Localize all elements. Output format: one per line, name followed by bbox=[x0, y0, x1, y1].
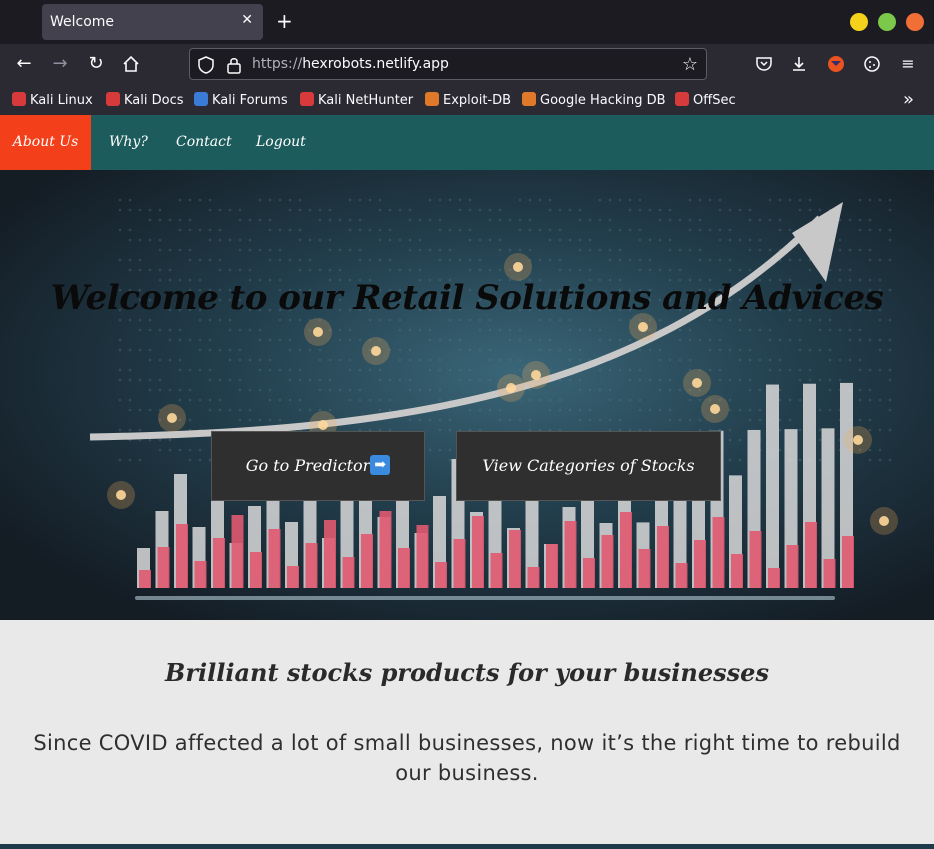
maximize-window-button[interactable] bbox=[878, 13, 896, 31]
pocket-icon[interactable] bbox=[752, 52, 776, 76]
shield-icon[interactable] bbox=[196, 55, 216, 75]
bookmark-star-icon[interactable]: ☆ bbox=[682, 54, 698, 75]
bookmark-label: Kali Forums bbox=[212, 93, 288, 108]
bookmark-label: Kali NetHunter bbox=[318, 93, 414, 108]
tab-title: Welcome bbox=[50, 14, 115, 30]
nav-why[interactable]: Why? bbox=[109, 115, 148, 170]
home-icon[interactable] bbox=[119, 52, 143, 76]
download-icon[interactable] bbox=[787, 52, 811, 76]
offsec-icon bbox=[675, 92, 689, 106]
hero-banner: Welcome to our Retail Solutions and Advi… bbox=[0, 170, 934, 620]
bookmark-exploit-db[interactable]: Exploit-DB bbox=[425, 92, 511, 108]
bookmark-label: Exploit-DB bbox=[443, 93, 512, 108]
info-title: Brilliant stocks products for your busin… bbox=[165, 658, 769, 687]
bookmark-kali-docs[interactable]: Kali Docs bbox=[106, 92, 184, 108]
stock-chart-background-image bbox=[89, 198, 898, 600]
view-categories-button[interactable]: View Categories of Stocks bbox=[456, 431, 721, 501]
bookmark-offsec[interactable]: OffSec bbox=[675, 92, 736, 108]
back-arrow-icon[interactable]: ← bbox=[12, 52, 36, 76]
reload-icon[interactable]: ↻ bbox=[84, 52, 108, 76]
nav-contact[interactable]: Contact bbox=[176, 115, 232, 170]
site-navigation: About Us Why? Contact Logout bbox=[0, 115, 934, 170]
url-text: https://hexrobots.netlify.app bbox=[252, 56, 449, 72]
bookmark-google-hacking-db[interactable]: Google Hacking DB bbox=[522, 92, 666, 108]
browser-tab-bar: Welcome ✕ + bbox=[0, 0, 934, 44]
right-arrow-icon: ➡ bbox=[370, 455, 391, 475]
predictor-button-label: Go to Predictor bbox=[245, 456, 371, 475]
next-section-edge bbox=[0, 844, 934, 849]
go-to-predictor-button[interactable]: Go to Predictor ➡ bbox=[211, 431, 425, 501]
bookmark-label: Google Hacking DB bbox=[540, 93, 666, 108]
google-hacking-db-icon bbox=[522, 92, 536, 106]
more-bookmarks-chevron-icon[interactable]: » bbox=[903, 89, 914, 110]
hamburger-menu-icon[interactable]: ≡ bbox=[896, 52, 920, 76]
bookmark-label: Kali Linux bbox=[30, 93, 93, 108]
bookmarks-bar: Kali Linux Kali Docs Kali Forums Kali Ne… bbox=[0, 85, 934, 115]
kali-nethunter-icon bbox=[300, 92, 314, 106]
info-text: Since COVID affected a lot of small busi… bbox=[33, 731, 901, 785]
kali-docs-icon bbox=[106, 92, 120, 106]
lock-icon[interactable] bbox=[224, 55, 244, 75]
hero-title: Welcome to our Retail Solutions and Advi… bbox=[50, 278, 884, 318]
forward-arrow-icon[interactable]: → bbox=[48, 52, 72, 76]
bookmark-kali-forums[interactable]: Kali Forums bbox=[194, 92, 288, 108]
exploit-db-icon bbox=[425, 92, 439, 106]
url-scheme: https:// bbox=[252, 56, 303, 72]
url-host: hexrobots.netlify.app bbox=[302, 56, 449, 72]
bookmark-label: Kali Docs bbox=[124, 93, 184, 108]
kali-forums-icon bbox=[194, 92, 208, 106]
web-page: About Us Why? Contact Logout Welcome to … bbox=[0, 115, 934, 849]
address-bar[interactable]: https://hexrobots.netlify.app ☆ bbox=[189, 48, 707, 80]
info-section: Brilliant stocks products for your busin… bbox=[0, 620, 934, 849]
browser-toolbar: ← → ↻ https://hexrobots.netlify.app ☆ ≡ bbox=[0, 44, 934, 85]
close-tab-icon[interactable]: ✕ bbox=[241, 12, 253, 28]
extension-fox-icon[interactable] bbox=[824, 52, 848, 76]
cookie-icon[interactable] bbox=[860, 52, 884, 76]
bookmark-label: OffSec bbox=[693, 93, 736, 108]
nav-about-us[interactable]: About Us bbox=[0, 115, 91, 170]
kali-dragon-icon bbox=[12, 92, 26, 106]
browser-tab[interactable]: Welcome ✕ bbox=[42, 4, 263, 40]
minimize-window-button[interactable] bbox=[850, 13, 868, 31]
nav-logout[interactable]: Logout bbox=[256, 115, 306, 170]
bookmark-kali-nethunter[interactable]: Kali NetHunter bbox=[300, 92, 413, 108]
new-tab-icon[interactable]: + bbox=[276, 10, 293, 32]
close-window-button[interactable] bbox=[906, 13, 924, 31]
bookmark-kali-linux[interactable]: Kali Linux bbox=[12, 92, 93, 108]
